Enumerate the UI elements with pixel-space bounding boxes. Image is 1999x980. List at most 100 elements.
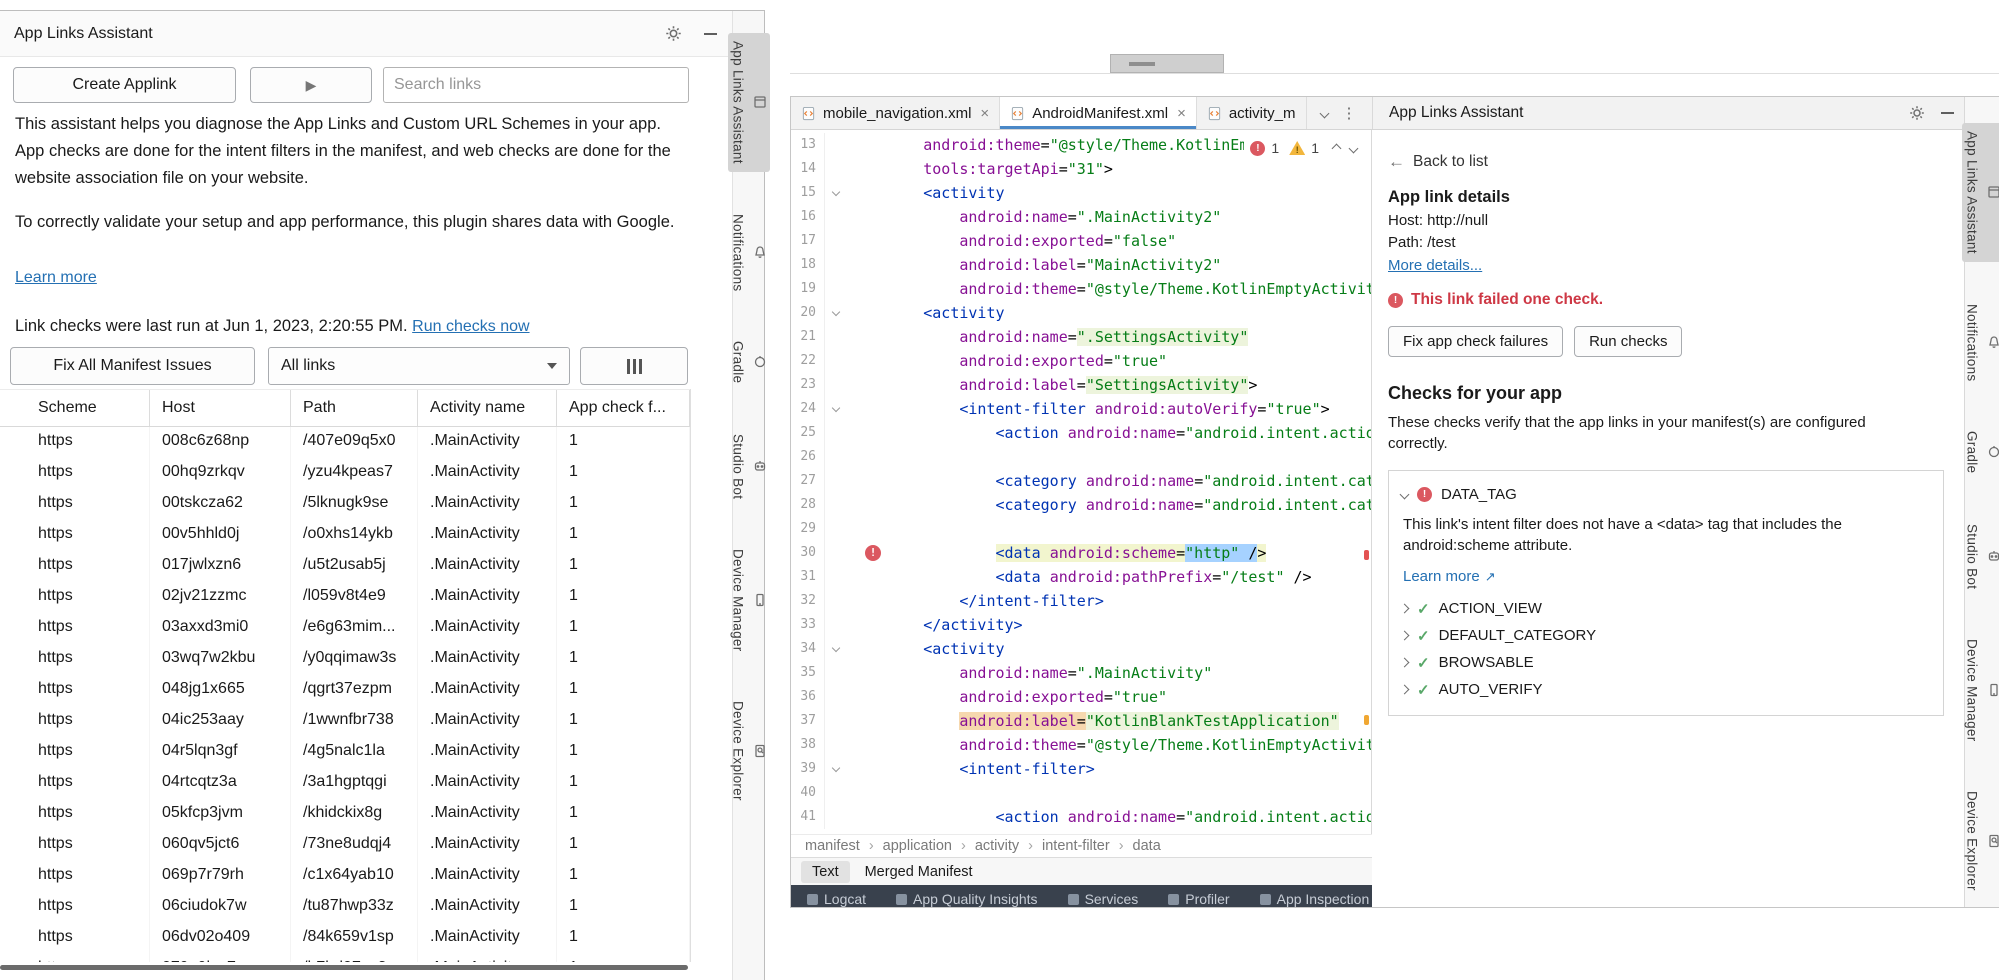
code-line[interactable]: 40 <box>791 781 1371 805</box>
table-row[interactable]: https00v5hhld0j/o0xhs14ykb.MainActivity1 <box>0 520 690 551</box>
editor-tab[interactable]: activity_m <box>1197 97 1307 129</box>
warning-stripe-mark[interactable] <box>1364 715 1369 725</box>
run-checks-now-link[interactable]: Run checks now <box>412 318 529 335</box>
tool-window-button[interactable]: Services <box>1068 891 1139 907</box>
fix-all-manifest-issues-button[interactable]: Fix All Manifest Issues <box>10 347 255 385</box>
strip-item-gradle[interactable]: Gradle <box>728 333 770 391</box>
columns-button[interactable] <box>580 347 688 385</box>
table-row[interactable]: https06dv02o409/84k659v1sp.MainActivity1 <box>0 923 690 954</box>
code-line[interactable]: 27 <category android:name="android.inten… <box>791 469 1371 493</box>
table-row[interactable]: https00tskcza62/5lknugk9se.MainActivity1 <box>0 489 690 520</box>
horizontal-scrollbar[interactable] <box>0 965 688 970</box>
breadcrumb-item[interactable]: activity <box>975 838 1019 854</box>
strip-item-device-manager[interactable]: Device Manager <box>728 541 770 660</box>
gear-icon[interactable] <box>665 25 682 42</box>
table-row[interactable]: https02jv21zzmc/l059v8t4e9.MainActivity1 <box>0 582 690 613</box>
code-editor[interactable]: 13 android:theme="@style/Theme.KotlinEmp… <box>791 130 1372 834</box>
table-row[interactable]: https04rtcqtz3a/3a1hgptqgi.MainActivity1 <box>0 768 690 799</box>
tab-close-icon[interactable]: × <box>1177 105 1186 122</box>
table-row[interactable]: https03wq7w2kbu/y0qqimaw3s.MainActivity1 <box>0 644 690 675</box>
strip-item-device-explorer[interactable]: Device Explorer <box>728 693 770 809</box>
tool-window-button[interactable]: App Inspection <box>1260 891 1370 907</box>
links-filter-dropdown[interactable]: All links <box>268 347 570 385</box>
search-input[interactable] <box>383 67 689 103</box>
code-line[interactable]: 24 <intent-filter android:autoVerify="tr… <box>791 397 1371 421</box>
back-to-list[interactable]: ← Back to list <box>1388 152 1944 172</box>
code-line[interactable]: 14 tools:targetApi="31"> <box>791 157 1371 181</box>
warning-count-icon[interactable]: ! <box>1289 141 1305 155</box>
gear-icon[interactable] <box>1909 105 1925 121</box>
breadcrumb-item[interactable]: manifest <box>805 838 860 854</box>
failed-check-row[interactable]: !DATA_TAG <box>1401 481 1929 508</box>
code-line[interactable]: 31 <data android:pathPrefix="/test" /> <box>791 565 1371 589</box>
tool-window-button[interactable]: Profiler <box>1168 891 1229 907</box>
fold-icon[interactable] <box>832 308 840 316</box>
passed-check-row[interactable]: ✓BROWSABLE <box>1401 649 1929 676</box>
breadcrumb-item[interactable]: application <box>883 838 952 854</box>
code-line[interactable]: 37 android:label="KotlinBlankTestApplica… <box>791 709 1371 733</box>
table-row[interactable]: https00hq9zrkqv/yzu4kpeas7.MainActivity1 <box>0 458 690 489</box>
table-row[interactable]: https008c6z68np/407e09q5x0.MainActivity1 <box>0 427 690 458</box>
strip-item-device-explorer[interactable]: Device Explorer <box>1962 783 1999 899</box>
code-line[interactable]: 29 <box>791 517 1371 541</box>
code-line[interactable]: 26 <box>791 445 1371 469</box>
strip-item-app-links-assistant[interactable]: App Links Assistant <box>728 33 770 172</box>
code-line[interactable]: 28 <category android:name="android.inten… <box>791 493 1371 517</box>
strip-item-app-links-assistant[interactable]: App Links Assistant <box>1962 123 1999 262</box>
code-line[interactable]: 38 android:theme="@style/Theme.KotlinEmp… <box>791 733 1371 757</box>
bottom-tab[interactable]: Merged Manifest <box>854 861 984 883</box>
breadcrumb-item[interactable]: data <box>1133 838 1161 854</box>
table-row[interactable]: https06ciudok7w/tu87hwp33z.MainActivity1 <box>0 892 690 923</box>
tabs-overflow-chevron-icon[interactable] <box>1319 108 1329 118</box>
code-line[interactable]: 21 android:name=".SettingsActivity" <box>791 325 1371 349</box>
table-row[interactable]: https03axxd3mi0/e6g63mim....MainActivity… <box>0 613 690 644</box>
table-row[interactable]: https04ic253aay/1wwnfbr738.MainActivity1 <box>0 706 690 737</box>
code-line[interactable]: 19 android:theme="@style/Theme.KotlinEmp… <box>791 277 1371 301</box>
code-line[interactable]: 22 android:exported="true" <box>791 349 1371 373</box>
code-line[interactable]: 23 android:label="SettingsActivity"> <box>791 373 1371 397</box>
table-row[interactable]: https060qv5jct6/73ne8udqj4.MainActivity1 <box>0 830 690 861</box>
column-header[interactable]: Path <box>291 390 418 426</box>
tabs-menu-icon[interactable]: ⋮ <box>1342 104 1357 122</box>
learn-more-link[interactable]: Learn more <box>15 269 97 287</box>
editor-tab[interactable]: AndroidManifest.xml× <box>1000 97 1197 129</box>
fold-icon[interactable] <box>832 764 840 772</box>
minimize-icon[interactable] <box>1941 112 1954 114</box>
breadcrumb-item[interactable]: intent-filter <box>1042 838 1110 854</box>
code-line[interactable]: 35 android:name=".MainActivity" <box>791 661 1371 685</box>
prev-issue-icon[interactable] <box>1332 143 1342 153</box>
run-checks-button[interactable]: Run checks <box>1574 326 1682 357</box>
minimize-icon[interactable] <box>704 33 717 35</box>
passed-check-row[interactable]: ✓DEFAULT_CATEGORY <box>1401 622 1929 649</box>
strip-item-notifications[interactable]: Notifications <box>728 206 770 299</box>
error-stripe-mark[interactable] <box>1364 550 1369 560</box>
run-applink-button[interactable]: ▶ <box>250 67 372 103</box>
column-header[interactable]: Host <box>150 390 291 426</box>
table-row[interactable]: https079g9luv7w/h7bd07ox3y.MainActivity1 <box>0 954 690 962</box>
code-line[interactable]: 32 </intent-filter> <box>791 589 1371 613</box>
bottom-tab[interactable]: Text <box>801 861 850 883</box>
code-line[interactable]: 39 <intent-filter> <box>791 757 1371 781</box>
error-icon[interactable]: ! <box>865 545 881 561</box>
table-row[interactable]: https017jwlxzn6/u5t2usab5j.MainActivity1 <box>0 551 690 582</box>
next-issue-icon[interactable] <box>1349 143 1359 153</box>
fold-icon[interactable] <box>832 188 840 196</box>
code-line[interactable]: 18 android:label="MainActivity2" <box>791 253 1371 277</box>
code-line[interactable]: 20 <activity <box>791 301 1371 325</box>
strip-item-notifications[interactable]: Notifications <box>1962 296 1999 389</box>
code-line[interactable]: 34 <activity <box>791 637 1371 661</box>
strip-item-studio-bot[interactable]: Studio Bot <box>1962 516 1999 597</box>
strip-item-gradle[interactable]: Gradle <box>1962 423 1999 481</box>
fold-icon[interactable] <box>832 404 840 412</box>
column-header[interactable]: App check f... <box>557 390 690 426</box>
tab-close-icon[interactable]: × <box>980 105 989 122</box>
code-line[interactable]: 30! <data android:scheme="http" /> <box>791 541 1371 565</box>
strip-item-studio-bot[interactable]: Studio Bot <box>728 426 770 507</box>
passed-check-row[interactable]: ✓ACTION_VIEW <box>1401 595 1929 622</box>
more-details-link[interactable]: More details... <box>1388 257 1482 274</box>
tool-window-button[interactable]: App Quality Insights <box>896 891 1038 907</box>
table-row[interactable]: https05kfcp3jvm/khidckix8g.MainActivity1 <box>0 799 690 830</box>
column-header[interactable]: Scheme <box>0 390 150 426</box>
code-line[interactable]: 25 <action android:name="android.intent.… <box>791 421 1371 445</box>
create-applink-button[interactable]: Create Applink <box>13 67 236 103</box>
